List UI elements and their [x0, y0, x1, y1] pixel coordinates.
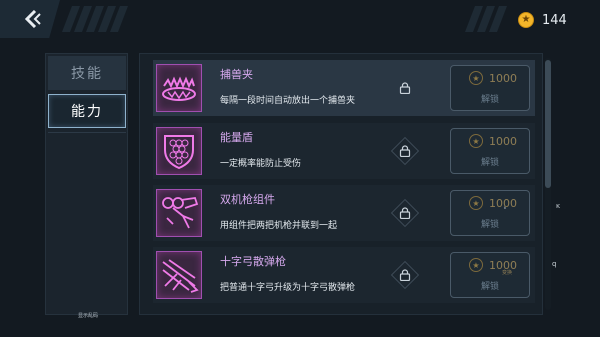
- back-button[interactable]: [0, 0, 60, 38]
- list-scrollbar[interactable]: [545, 58, 551, 310]
- list-item[interactable]: 十字弓散弹枪 把普通十字弓升级为十字弓散弹枪 ★ 1000 变换 解锁: [153, 247, 535, 303]
- unlock-label: 解锁: [480, 282, 499, 292]
- unlock-price: 1000: [489, 71, 517, 85]
- list-item[interactable]: 能量盾 一定概率能防止受伤 ★ 1000 解锁: [153, 123, 535, 179]
- unlock-button[interactable]: ★ 1000 变换 解锁: [450, 252, 530, 298]
- price-suffix: 变换: [502, 270, 513, 276]
- star-coin-icon: ★: [469, 258, 483, 272]
- lock-indicator: [386, 69, 424, 107]
- crossbow-shotgun-icon: [156, 251, 202, 299]
- unlock-label: 解锁: [480, 158, 499, 168]
- list-item[interactable]: 捕兽夹 每隔一段时间自动放出一个捕兽夹 ★ 1000 解锁: [153, 60, 535, 116]
- currency-display: ★ 144: [518, 10, 567, 30]
- ability-list: 捕兽夹 每隔一段时间自动放出一个捕兽夹 ★ 1000 解锁 能量盾 一定概率能防…: [139, 53, 543, 315]
- unlock-price: 1000: [489, 134, 517, 148]
- lock-icon: [399, 269, 411, 281]
- category-sidebar: 技能 能力 显示乱码: [45, 53, 128, 319]
- side-glyph: q: [552, 260, 557, 268]
- item-name: 捕兽夹: [220, 68, 253, 81]
- decorative-stripes: [62, 6, 128, 32]
- top-bar: ★ 144: [0, 0, 600, 40]
- star-coin-icon: ★: [469, 71, 483, 85]
- scroll-thumb[interactable]: [545, 60, 551, 188]
- unlock-button[interactable]: ★ 1000 解锁: [450, 128, 530, 174]
- item-name: 能量盾: [220, 131, 253, 144]
- tab-skills[interactable]: 技能: [48, 56, 126, 90]
- unlock-label: 解锁: [480, 95, 499, 105]
- divider: [48, 132, 126, 133]
- item-description: 用组件把两把机枪并联到一起: [220, 221, 338, 231]
- item-name: 十字弓散弹枪: [220, 255, 286, 268]
- star-coin-icon: ★: [518, 12, 534, 28]
- sidebar-note: 显示乱码: [78, 313, 99, 319]
- energy-shield-icon: [156, 127, 202, 175]
- twin-gun-icon: [156, 189, 202, 237]
- extra-mark: ᵏ: [504, 206, 507, 213]
- decorative-stripes-right: [465, 6, 507, 32]
- chevron-left-icon: [24, 10, 41, 28]
- bear-trap-icon: [156, 64, 202, 112]
- lock-icon: [399, 207, 411, 219]
- star-coin-icon: ★: [469, 134, 483, 148]
- lock-icon: [399, 82, 411, 94]
- star-coin-icon: ★: [469, 196, 483, 210]
- lock-indicator: [386, 194, 424, 232]
- item-name: 双机枪组件: [220, 193, 275, 206]
- unlock-price: 1000: [489, 196, 517, 210]
- side-glyph: ĸ: [556, 202, 561, 210]
- currency-amount: 144: [542, 12, 567, 28]
- lock-icon: [399, 145, 411, 157]
- lock-indicator: [386, 256, 424, 294]
- lock-indicator: [386, 132, 424, 170]
- item-description: 每隔一段时间自动放出一个捕兽夹: [220, 96, 356, 106]
- tab-abilities[interactable]: 能力: [48, 94, 126, 128]
- item-description: 把普通十字弓升级为十字弓散弹枪: [220, 283, 356, 293]
- list-item[interactable]: 双机枪组件 用组件把两把机枪并联到一起 ★ 1000 解锁 ᵏ: [153, 185, 535, 241]
- unlock-label: 解锁: [480, 220, 499, 230]
- unlock-button[interactable]: ★ 1000 解锁: [450, 65, 530, 111]
- item-description: 一定概率能防止受伤: [220, 159, 302, 169]
- unlock-button[interactable]: ★ 1000 解锁 ᵏ: [450, 190, 530, 236]
